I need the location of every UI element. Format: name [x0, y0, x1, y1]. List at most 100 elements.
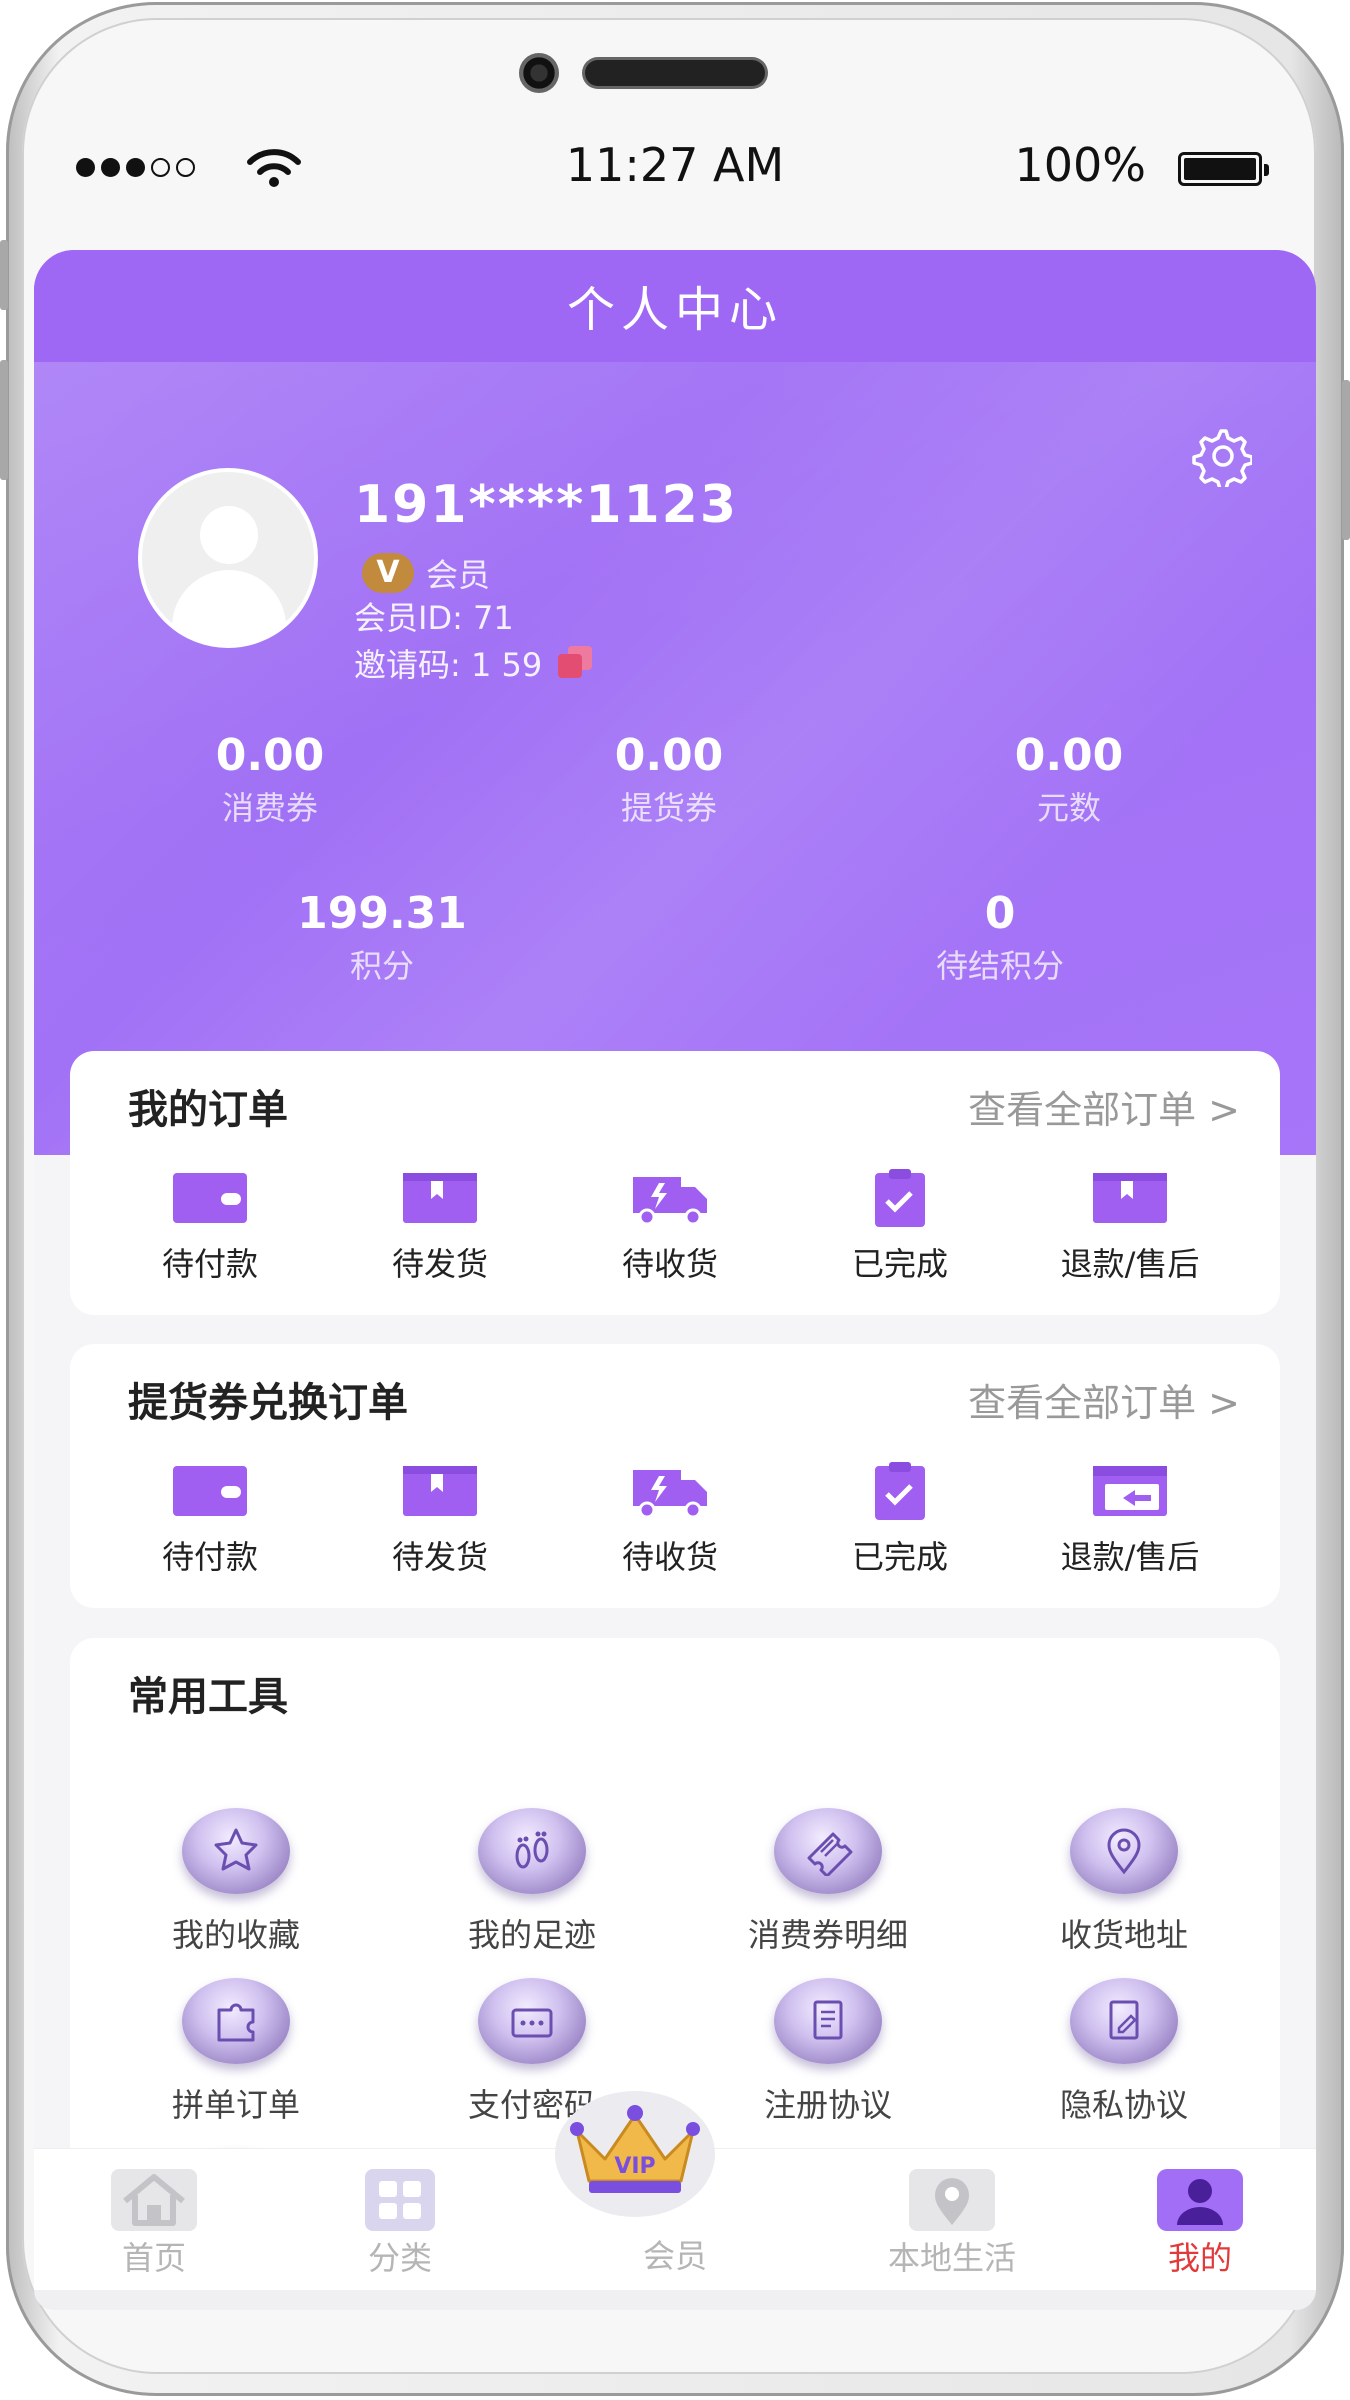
stat-label: 消费券 [221, 789, 318, 827]
view-all-voucher-orders-link[interactable]: 查看全部订单 > [968, 1372, 1240, 1427]
ticket-icon [807, 1832, 853, 1876]
power-button [1342, 380, 1350, 540]
tool-privacy-agreement[interactable]: 隐私协议 [976, 1978, 1272, 2126]
delivery-truck-icon [633, 1177, 707, 1226]
profile-header [34, 250, 1316, 1155]
gear-icon[interactable] [1190, 425, 1252, 487]
order-item-label: 退款/售后 [1060, 1245, 1200, 1283]
copy-icon[interactable] [558, 646, 594, 680]
tool-favorites[interactable]: 我的收藏 [88, 1808, 384, 1956]
location-pin-icon [1107, 1828, 1141, 1875]
title-bar: 个人中心 [34, 250, 1316, 362]
user-icon [1157, 2169, 1243, 2231]
section-title: 常用工具 [128, 1674, 288, 1720]
stat-value: 0.00 [215, 730, 325, 781]
volume-up-button [0, 360, 8, 480]
tool-registration-agreement[interactable]: 注册协议 [680, 1978, 976, 2126]
tab-label: 会员 [642, 2237, 707, 2275]
stat-points[interactable]: 199.31 积分 [262, 888, 502, 987]
status-bar: 11:27 AM 100% [34, 130, 1316, 210]
vip-crown-button[interactable]: VIP [555, 2091, 715, 2217]
bottom-tab-bar: 首页 分类 VIP 会员 本地生活 我的 [34, 2091, 1316, 2290]
order-item-label: 退款/售后 [1060, 1538, 1200, 1576]
mute-switch [0, 240, 8, 310]
voucher-order-refund[interactable]: 退款/售后 [1015, 1462, 1245, 1578]
tool-label: 隐私协议 [1059, 2086, 1188, 2124]
stat-consumption-voucher[interactable]: 0.00 消费券 [170, 730, 370, 829]
tab-mine[interactable]: 我的 [1100, 2149, 1300, 2279]
user-phone: 191****1123 [354, 475, 739, 535]
vip-badge-icon: V [362, 553, 414, 593]
tool-label: 我的收藏 [171, 1916, 300, 1954]
tab-label: 我的 [1167, 2239, 1232, 2277]
clipboard-check-icon [875, 1462, 925, 1520]
order-item-label: 待付款 [161, 1245, 258, 1283]
order-refund[interactable]: 退款/售后 [1015, 1169, 1245, 1285]
tool-label: 注册协议 [763, 2086, 892, 2124]
tool-voucher-details[interactable]: 消费券明细 [680, 1808, 976, 1956]
clipboard-check-icon [875, 1169, 925, 1227]
stat-value: 199.31 [297, 888, 467, 939]
avatar[interactable] [138, 468, 318, 648]
return-box-icon [1093, 1466, 1167, 1516]
earpiece-speaker [585, 60, 765, 86]
tool-shipping-address[interactable]: 收货地址 [976, 1808, 1272, 1956]
tab-local-life[interactable]: 本地生活 [852, 2149, 1052, 2279]
stat-pending-points[interactable]: 0 待结积分 [880, 888, 1120, 987]
member-label: 会员 [426, 556, 491, 594]
voucher-order-pending-payment[interactable]: 待付款 [95, 1462, 325, 1578]
voucher-order-pending-receipt[interactable]: 待收货 [555, 1462, 785, 1578]
tab-label: 分类 [367, 2239, 432, 2277]
location-icon [909, 2169, 995, 2231]
order-item-label: 待发货 [391, 1538, 488, 1576]
tool-footprints[interactable]: 我的足迹 [384, 1808, 680, 1956]
order-item-label: 待付款 [161, 1538, 258, 1576]
screen-bottom [34, 2290, 1316, 2310]
grid-icon [365, 2169, 435, 2231]
box-icon [403, 1173, 477, 1223]
tool-label: 收货地址 [1059, 1916, 1188, 1954]
member-level: V 会员 [362, 550, 490, 596]
stat-yuan-count[interactable]: 0.00 元数 [969, 730, 1169, 829]
app-screen: 个人中心 191****1123 V 会员 会员ID: 71 邀请码: 1 59… [34, 250, 1316, 2290]
order-pending-payment[interactable]: 待付款 [95, 1169, 325, 1285]
voucher-order-completed[interactable]: 已完成 [785, 1462, 1015, 1578]
section-title: 提货券兑换订单 [128, 1380, 408, 1426]
tab-label: 本地生活 [887, 2239, 1016, 2277]
tool-label: 我的足迹 [467, 1916, 596, 1954]
wallet-icon [173, 1466, 247, 1516]
stat-pickup-voucher[interactable]: 0.00 提货券 [569, 730, 769, 829]
tool-label: 消费券明细 [747, 1916, 908, 1954]
order-item-label: 已完成 [851, 1245, 948, 1283]
tool-group-orders[interactable]: 拼单订单 [88, 1978, 384, 2126]
front-camera [519, 53, 559, 93]
stat-label: 待结积分 [935, 947, 1064, 985]
order-item-label: 已完成 [851, 1538, 948, 1576]
tab-category[interactable]: 分类 [300, 2149, 500, 2279]
order-pending-receipt[interactable]: 待收货 [555, 1169, 785, 1285]
voucher-order-pending-shipment[interactable]: 待发货 [325, 1462, 555, 1578]
tab-member[interactable]: VIP 会员 [555, 2091, 775, 2277]
stat-label: 元数 [1036, 789, 1101, 827]
member-id: 会员ID: 71 [354, 599, 514, 637]
tab-label: 首页 [121, 2239, 186, 2277]
invite-code: 邀请码: 1 59 [354, 646, 543, 684]
page-title: 个人中心 [566, 282, 783, 338]
order-item-label: 待收货 [621, 1538, 718, 1576]
document-edit-icon [1109, 2000, 1139, 2040]
star-icon [214, 1828, 258, 1871]
document-icon [813, 2000, 843, 2040]
order-completed[interactable]: 已完成 [785, 1169, 1015, 1285]
section-title: 我的订单 [128, 1087, 288, 1133]
battery-percent: 100% [1014, 138, 1146, 192]
tab-home[interactable]: 首页 [54, 2149, 254, 2279]
footprints-icon [515, 1831, 549, 1869]
stat-value: 0 [984, 888, 1016, 939]
order-pending-shipment[interactable]: 待发货 [325, 1169, 555, 1285]
order-item-label: 待发货 [391, 1245, 488, 1283]
box-icon [1093, 1173, 1167, 1223]
battery-icon [1178, 152, 1269, 186]
puzzle-icon [217, 2003, 255, 2042]
view-all-orders-link[interactable]: 查看全部订单 > [968, 1079, 1240, 1134]
my-orders-card: 我的订单 查看全部订单 > 待付款 待发货 待收货 已完成 退款/售后 [70, 1051, 1280, 1315]
